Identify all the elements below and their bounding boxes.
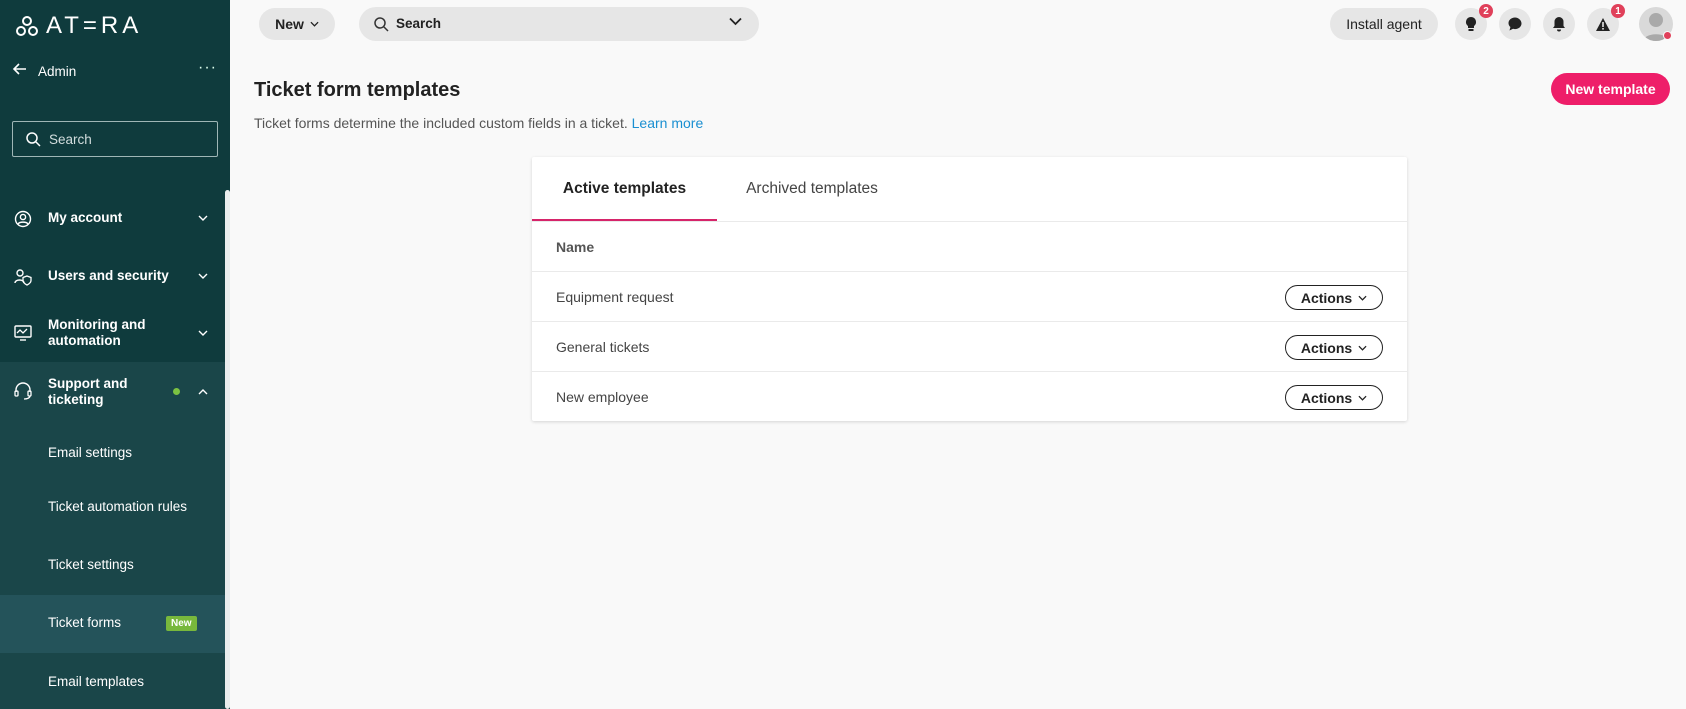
page-title: Ticket form templates: [254, 79, 461, 101]
avatar-status-dot: [1663, 31, 1672, 40]
monitor-icon: [14, 325, 32, 341]
chevron-down-icon: [310, 21, 319, 27]
actions-button[interactable]: Actions: [1285, 285, 1383, 310]
notification-count: 2: [1479, 4, 1493, 18]
sidebar-subitem-email-templates[interactable]: Email templates: [0, 653, 225, 709]
sidebar-item-label: Users and security: [48, 268, 169, 283]
more-options-icon[interactable]: ···: [198, 59, 217, 77]
admin-label: Admin: [38, 64, 77, 79]
sidebar-item-users-and-security[interactable]: Users and security: [0, 258, 225, 294]
chevron-down-icon: [198, 273, 208, 279]
notifications-button[interactable]: [1543, 8, 1575, 40]
table-row[interactable]: Equipment request Actions: [532, 272, 1407, 322]
template-name: Equipment request: [556, 289, 674, 305]
admin-back-row[interactable]: Admin ···: [0, 56, 230, 88]
arrow-left-icon[interactable]: [12, 61, 28, 77]
sidebar-item-label-line1: Monitoring and: [48, 317, 146, 332]
tab-active-templates[interactable]: Active templates: [532, 157, 717, 222]
chevron-up-icon: [198, 389, 208, 395]
new-button[interactable]: New: [259, 8, 335, 40]
support-submenu: Email settings Ticket automation rules T…: [0, 421, 225, 709]
global-search[interactable]: Search: [359, 7, 759, 41]
user-circle-icon: [14, 210, 32, 228]
sidebar-scrollbar[interactable]: [225, 190, 230, 709]
chevron-down-icon: [1358, 395, 1367, 401]
column-header-name: Name: [556, 239, 595, 255]
lightbulb-button[interactable]: 2: [1455, 4, 1493, 40]
sidebar-search[interactable]: [12, 121, 218, 157]
sidebar-item-my-account[interactable]: My account: [0, 200, 225, 236]
sidebar-item-label-line2: automation: [48, 333, 121, 348]
sidebar-search-input[interactable]: [49, 131, 199, 147]
user-shield-icon: [14, 269, 32, 286]
chevron-down-icon: [198, 215, 208, 221]
template-name: New employee: [556, 389, 649, 405]
global-search-label: Search: [396, 16, 442, 31]
headset-icon: [14, 382, 32, 400]
tab-archived-templates[interactable]: Archived templates: [737, 157, 887, 221]
actions-button[interactable]: Actions: [1285, 335, 1383, 360]
table-header: Name: [532, 222, 1407, 272]
sidebar-item-support-and-ticketing[interactable]: Support and ticketing: [0, 362, 225, 421]
sidebar-subitem-label: Email templates: [48, 674, 145, 689]
search-icon: [374, 17, 389, 32]
table-row[interactable]: General tickets Actions: [532, 322, 1407, 372]
new-template-button[interactable]: New template: [1551, 73, 1670, 105]
template-name: General tickets: [556, 339, 650, 355]
sidebar-subitem-ticket-automation-rules[interactable]: Ticket automation rules: [0, 475, 225, 531]
chat-icon: [1508, 17, 1522, 31]
notification-count: 1: [1611, 4, 1625, 18]
chevron-down-icon: [198, 330, 208, 336]
bell-icon: [1553, 17, 1565, 32]
logo[interactable]: AT=RA: [16, 12, 142, 40]
actions-label: Actions: [1300, 289, 1353, 306]
sidebar-subitem-label: Email settings: [48, 445, 133, 460]
page-description-text: Ticket forms determine the included cust…: [254, 115, 628, 131]
actions-label: Actions: [1300, 389, 1353, 406]
alert-icon: [1596, 17, 1610, 31]
sidebar-item-monitoring-and-automation[interactable]: Monitoring and automation: [0, 313, 225, 353]
sidebar-subitem-email-settings[interactable]: Email settings: [0, 421, 225, 477]
logo-icon: [16, 16, 38, 36]
actions-button[interactable]: Actions: [1285, 385, 1383, 410]
search-icon: [26, 132, 41, 147]
sidebar-subitem-label: Ticket automation rules: [48, 499, 188, 514]
sidebar-item-label: Support and ticketing: [48, 376, 128, 408]
sidebar-item-label-line2: ticketing: [48, 392, 104, 407]
alerts-button[interactable]: 1: [1587, 4, 1625, 40]
sidebar-subitem-ticket-forms[interactable]: Ticket forms New: [0, 595, 225, 653]
new-badge: New: [166, 616, 197, 631]
sidebar-item-label: My account: [48, 210, 123, 225]
table-row[interactable]: New employee Actions: [532, 372, 1407, 422]
tab-label: Active templates: [562, 180, 687, 197]
chat-button[interactable]: [1499, 8, 1531, 40]
sidebar-subitem-label: Ticket settings: [48, 557, 134, 572]
chevron-down-icon: [1358, 295, 1367, 301]
new-button-label: New: [275, 16, 304, 32]
learn-more-link[interactable]: Learn more: [632, 115, 704, 131]
install-agent-button[interactable]: Install agent: [1330, 8, 1438, 40]
logo-text: AT=RA: [46, 12, 143, 39]
status-dot: [173, 388, 180, 395]
actions-label: Actions: [1300, 339, 1353, 356]
sidebar-subitem-ticket-settings[interactable]: Ticket settings: [0, 533, 225, 589]
sidebar: AT=RA Admin ··· My account Users and: [0, 0, 230, 709]
sidebar-item-label-line1: Support and: [48, 376, 128, 391]
chevron-down-icon[interactable]: [729, 17, 742, 26]
sidebar-subitem-label: Ticket forms: [48, 615, 122, 630]
chevron-down-icon: [1358, 345, 1367, 351]
templates-card: Active templates Archived templates Name…: [532, 157, 1407, 421]
page-description: Ticket forms determine the included cust…: [254, 115, 703, 131]
lightbulb-icon: [1466, 17, 1476, 31]
sidebar-item-label: Monitoring and automation: [48, 317, 145, 349]
tab-label: Archived templates: [746, 180, 878, 197]
